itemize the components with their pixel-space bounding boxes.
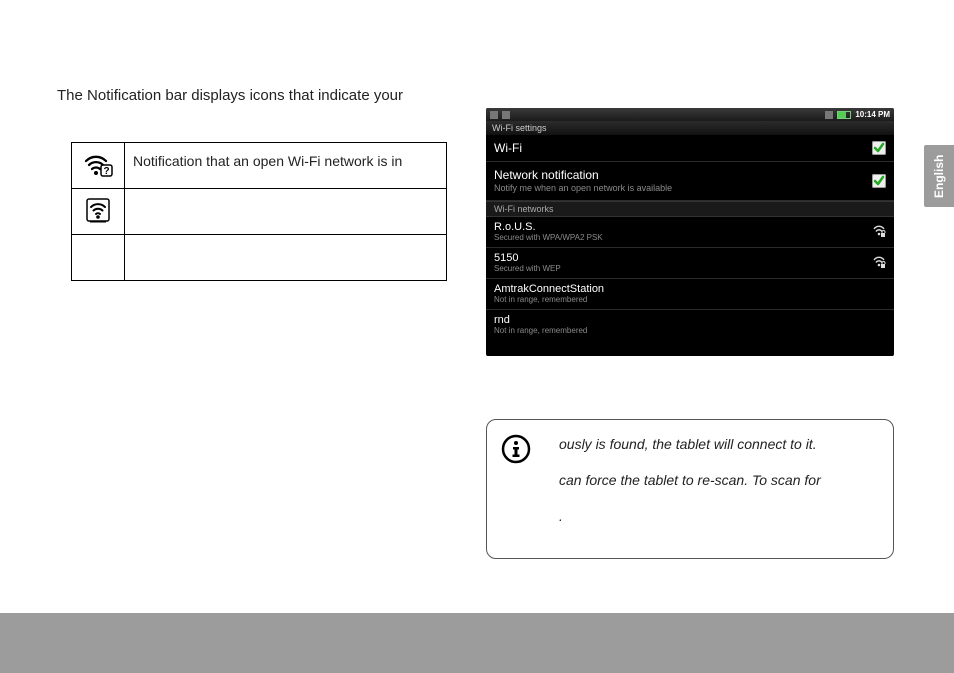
checkbox-icon[interactable] <box>872 174 886 188</box>
table-cell-desc: Notification that an open Wi-Fi network … <box>125 143 447 189</box>
status-icon <box>502 111 510 119</box>
net-notif-sub: Notify me when an open network is availa… <box>494 183 672 194</box>
wifi-connected-icon <box>72 189 125 235</box>
table-row <box>72 189 447 235</box>
network-name: R.o.U.S. <box>494 221 603 233</box>
clock: 10:14 PM <box>855 110 890 119</box>
icon-empty <box>72 235 125 281</box>
network-name: 5150 <box>494 252 561 264</box>
status-bar: 10:14 PM <box>486 108 894 121</box>
network-sub: Not in range, remembered <box>494 295 604 304</box>
network-name: rnd <box>494 314 587 326</box>
callout-line: . <box>559 508 877 524</box>
screen-title: Wi-Fi settings <box>486 121 894 135</box>
wifi-status-icon <box>825 111 833 119</box>
info-icon <box>501 434 531 464</box>
status-icon <box>490 111 498 119</box>
language-tab[interactable]: English <box>924 145 954 207</box>
table-cell-desc <box>125 189 447 235</box>
wifi-lock-icon <box>872 224 886 238</box>
wifi-open-icon: ? <box>72 143 125 189</box>
table-cell-desc <box>125 235 447 281</box>
network-sub: Secured with WPA/WPA2 PSK <box>494 233 603 242</box>
footer-band <box>0 613 954 673</box>
wifi-networks-header: Wi-Fi networks <box>486 201 894 217</box>
checkbox-icon[interactable] <box>872 141 886 155</box>
info-callout: ously is found, the tablet will connect … <box>486 419 894 559</box>
callout-line: can force the tablet to re-scan. To scan… <box>559 472 877 488</box>
wifi-toggle-label: Wi-Fi <box>494 141 522 155</box>
network-name: AmtrakConnectStation <box>494 283 604 295</box>
network-row[interactable]: 5150 Secured with WEP <box>486 248 894 279</box>
wifi-toggle-row[interactable]: Wi-Fi <box>486 135 894 162</box>
network-sub: Secured with WEP <box>494 264 561 273</box>
callout-line: ously is found, the tablet will connect … <box>559 436 877 452</box>
svg-text:?: ? <box>103 166 109 177</box>
table-row <box>72 235 447 281</box>
network-notification-row[interactable]: Network notification Notify me when an o… <box>486 162 894 200</box>
wifi-lock-icon <box>872 255 886 269</box>
network-sub: Not in range, remembered <box>494 326 587 335</box>
network-row[interactable]: rnd Not in range, remembered <box>486 310 894 340</box>
network-row[interactable]: R.o.U.S. Secured with WPA/WPA2 PSK <box>486 217 894 248</box>
table-row: ? Notification that an open Wi-Fi networ… <box>72 143 447 189</box>
network-row[interactable]: AmtrakConnectStation Not in range, remem… <box>486 279 894 310</box>
notification-icon-table: ? Notification that an open Wi-Fi networ… <box>71 142 447 281</box>
net-notif-title: Network notification <box>494 168 672 182</box>
intro-text: The Notification bar displays icons that… <box>57 87 403 104</box>
battery-icon <box>837 111 851 119</box>
device-screenshot: 10:14 PM Wi-Fi settings Wi-Fi Network no… <box>486 108 894 356</box>
